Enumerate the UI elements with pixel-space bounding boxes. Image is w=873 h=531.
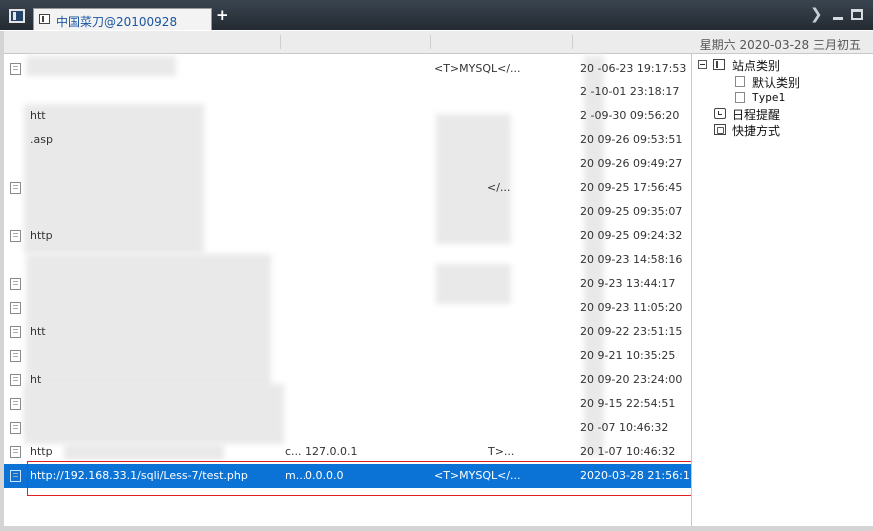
column-separator[interactable] [280,35,281,49]
tree-item-type1[interactable]: Type1 [752,91,785,104]
table-row[interactable]: 20 09-23 14:58:16 [4,248,691,271]
row-url: ht [30,373,42,386]
title-bar: 中国菜刀@20100928 + ❯ [0,0,873,30]
tab-main[interactable]: 中国菜刀@20100928 [33,8,212,30]
row-url: .asp [30,133,53,146]
category-tree[interactable]: 站点类别 默认类别 Type1 日程提醒 快捷方式 [692,54,873,526]
category-icon [713,59,725,70]
folder-icon [735,92,745,103]
row-date: 2 -10-01 23:18:17 [580,85,680,98]
new-tab-button[interactable]: + [216,6,229,24]
row-date: 20 09-25 17:56:45 [580,181,683,194]
file-icon [10,446,21,458]
file-icon [10,182,21,194]
file-icon [10,398,21,410]
table-row[interactable]: 20 09-25 09:35:07 [4,200,691,223]
table-row[interactable]: ht 20 09-20 23:24:00 [4,368,691,391]
table-row[interactable]: 20 -07 10:46:32 [4,416,691,439]
row-date: 20 9-15 22:54:51 [580,397,676,410]
row-date: 20 09-26 09:53:51 [580,133,683,146]
row-date: 20 09-20 23:24:00 [580,373,683,386]
row-meta: c... [285,445,302,458]
maximize-icon[interactable] [851,9,863,20]
file-icon [10,470,21,482]
table-row[interactable]: 20 09-26 09:49:27 [4,152,691,175]
row-date: 20 -07 10:46:32 [580,421,669,434]
date-bar: 星期六 2020-03-28 三月初五 [691,31,873,54]
file-icon [10,374,21,386]
table-row[interactable]: http 20 09-25 09:24:32 [4,224,691,247]
tree-item-default-category[interactable]: 默认类别 [752,74,800,91]
row-ip: 127.0.0.1 [305,445,358,458]
clock-icon [714,108,726,119]
minimize-icon[interactable] [833,17,843,20]
file-icon [10,230,21,242]
file-icon [10,326,21,338]
row-date: 20 1-07 10:46:32 [580,445,676,458]
app-menu-icon[interactable] [9,9,25,23]
row-type: <T>MYSQL</... [434,62,521,75]
current-date: 星期六 2020-03-28 三月初五 [699,38,861,52]
row-date: 20 09-22 23:51:15 [580,325,683,338]
row-date: 20 09-26 09:49:27 [580,157,683,170]
table-row[interactable]: htt 20 09-22 23:51:15 [4,320,691,343]
row-date: 20 09-25 09:35:07 [580,205,683,218]
row-date: 20 09-25 09:24:32 [580,229,683,242]
table-row[interactable]: 20 09-23 11:05:20 [4,296,691,319]
table-row[interactable]: 20 9-21 10:35:25 [4,344,691,367]
row-type: </... [487,181,511,194]
row-date: 20 9-23 13:44:17 [580,277,676,290]
table-row[interactable]: 20 9-23 13:44:17 [4,272,691,295]
tab-title: 中国菜刀@20100928 [56,15,178,29]
file-icon [10,278,21,290]
status-bar [0,526,873,531]
row-date: 20 09-23 14:58:16 [580,253,683,266]
tree-item-site-categories[interactable]: 站点类别 [732,57,780,74]
file-icon [10,422,21,434]
row-url: http [30,229,53,242]
column-separator[interactable] [430,35,431,49]
tree-item-schedule[interactable]: 日程提醒 [732,106,780,123]
site-list[interactable]: <T>MYSQL</... 20 -06-23 19:17:53 2 -10-0… [4,54,697,526]
annotation-highlight-box [27,461,696,496]
table-row[interactable]: 20 9-15 22:54:51 [4,392,691,415]
tab-icon [39,14,50,24]
table-row[interactable]: </... 20 09-25 17:56:45 [4,176,691,199]
row-url: htt [30,109,46,122]
row-url: http [30,445,53,458]
column-separator[interactable] [572,35,573,49]
collapse-icon[interactable] [698,60,707,69]
table-row[interactable]: .asp 20 09-26 09:53:51 [4,128,691,151]
file-icon [10,302,21,314]
row-type: T>... [488,445,515,458]
chevron-right-icon[interactable]: ❯ [810,5,823,23]
table-row[interactable]: http c... 127.0.0.1 T>... 20 1-07 10:46:… [4,440,691,463]
table-row[interactable]: <T>MYSQL</... 20 -06-23 19:17:53 [4,57,691,80]
file-icon [10,350,21,362]
row-date: 20 9-21 10:35:25 [580,349,676,362]
table-row[interactable]: 2 -10-01 23:18:17 [4,80,691,103]
file-icon [10,63,21,75]
row-date: 2 -09-30 09:56:20 [580,109,680,122]
tree-item-shortcuts[interactable]: 快捷方式 [732,122,780,139]
folder-icon [735,76,745,87]
row-url: htt [30,325,46,338]
row-date: 20 -06-23 19:17:53 [580,62,687,75]
column-header [4,31,691,54]
table-row[interactable]: htt 2 -09-30 09:56:20 [4,104,691,127]
shortcut-icon [714,124,726,135]
row-date: 20 09-23 11:05:20 [580,301,683,314]
